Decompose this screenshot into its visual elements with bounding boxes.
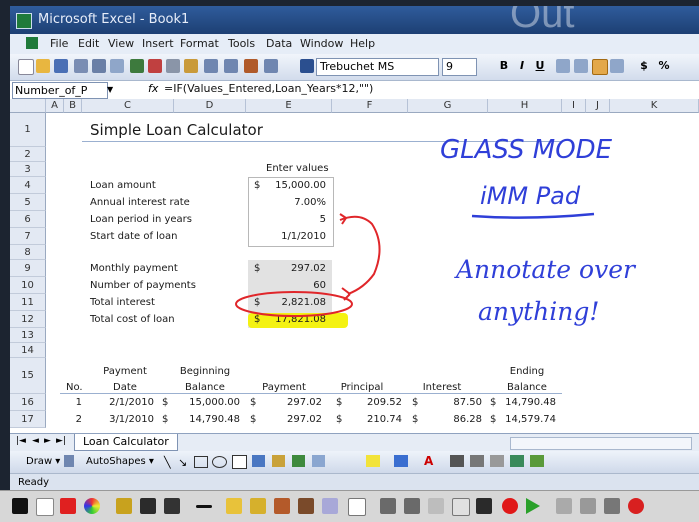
copy-page-icon[interactable]	[428, 498, 444, 514]
brush-icon[interactable]	[274, 498, 290, 514]
ink-text-imm-pad: iMM Pad	[480, 182, 581, 210]
eraser-icon[interactable]	[322, 498, 338, 514]
color-wheel-icon[interactable]	[84, 498, 100, 514]
highlighter-icon[interactable]	[250, 498, 266, 514]
line-tool-icon[interactable]	[196, 505, 212, 508]
record-icon[interactable]	[502, 498, 518, 514]
cursor-icon[interactable]	[348, 498, 366, 516]
ink-red-circle	[235, 291, 353, 317]
imm-pad-toolbar	[0, 490, 699, 522]
arrow-up-icon[interactable]	[380, 498, 396, 514]
white-pen-icon[interactable]	[36, 498, 54, 516]
play-icon[interactable]	[526, 498, 540, 514]
black-pen-icon[interactable]	[12, 498, 28, 514]
monitor-icon[interactable]	[140, 498, 156, 514]
pencil-icon[interactable]	[226, 498, 242, 514]
trash-icon[interactable]	[604, 498, 620, 514]
arrow-down-icon[interactable]	[404, 498, 420, 514]
red-pen-icon[interactable]	[60, 498, 76, 514]
ink-text-glass-mode: GLASS MODE	[440, 135, 613, 165]
print-icon[interactable]	[556, 498, 572, 514]
exit-icon[interactable]	[628, 498, 644, 514]
excel-window: Microsoft Excel - Book1 Out File Edit Vi…	[10, 6, 699, 490]
ink-text-annotate-over: Annotate over	[454, 255, 637, 284]
ink-text-anything: anything!	[478, 297, 599, 326]
save-icon[interactable]	[476, 498, 492, 514]
trophy-icon[interactable]	[116, 498, 132, 514]
marker-icon[interactable]	[298, 498, 314, 514]
screen-capture-icon[interactable]	[452, 498, 470, 516]
easel-icon[interactable]	[164, 498, 180, 514]
ink-underline	[471, 212, 595, 219]
ink-red-curve	[339, 215, 381, 295]
ink-annotation-layer: GLASS MODE iMM Pad Annotate over anythin…	[235, 135, 637, 326]
settings-icon[interactable]	[580, 498, 596, 514]
